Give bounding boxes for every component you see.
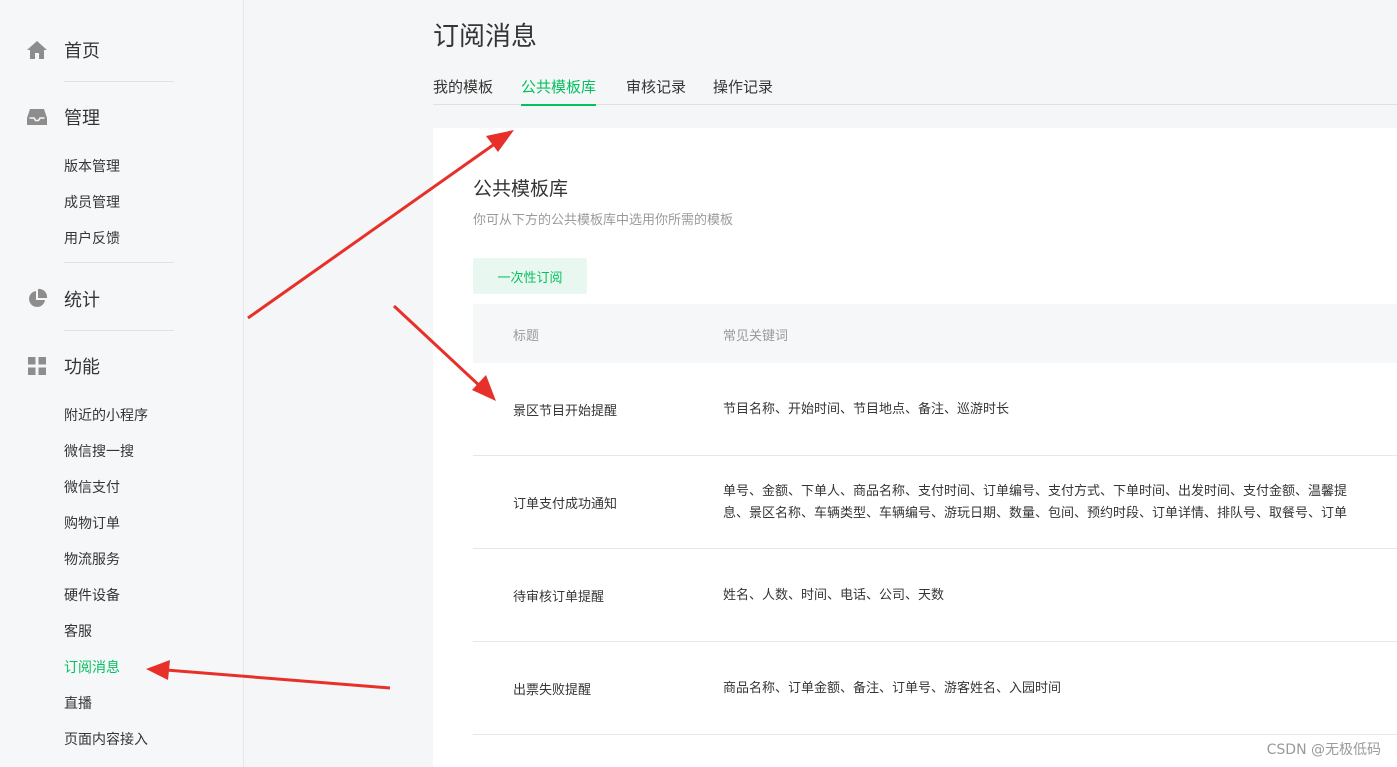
row-title: 出票失败提醒	[513, 683, 592, 698]
row-title: 待审核订单提醒	[513, 590, 605, 605]
template-table: 标题 常见关键词 景区节目开始提醒 节目名称、开始时间、节目地点、备注、巡游时长…	[473, 304, 1397, 735]
header-keywords: 常见关键词	[723, 329, 789, 344]
sidebar-item-logistics[interactable]: 物流服务	[64, 549, 120, 569]
sidebar-item-feedback[interactable]: 用户反馈	[64, 228, 120, 248]
sidebar-item-version[interactable]: 版本管理	[64, 156, 120, 176]
nav-home[interactable]: 首页	[26, 37, 100, 63]
row-title: 订单支付成功通知	[513, 497, 618, 512]
nav-manage-label: 管理	[64, 108, 100, 129]
header-title: 标题	[513, 329, 540, 344]
table-row[interactable]: 景区节目开始提醒 节目名称、开始时间、节目地点、备注、巡游时长	[473, 363, 1397, 456]
sidebar-item-orders[interactable]: 购物订单	[64, 513, 120, 533]
sidebar-item-service[interactable]: 客服	[64, 621, 92, 641]
sidebar-item-live[interactable]: 直播	[64, 693, 92, 713]
home-icon	[26, 39, 48, 61]
sidebar-item-subscribe[interactable]: 订阅消息	[64, 657, 120, 677]
watermark: CSDN @无极低码	[1266, 742, 1381, 758]
divider	[64, 81, 174, 82]
template-library-card: 公共模板库 你可从下方的公共模板库中选用你所需的模板 一次性订阅 标题 常见关键…	[433, 128, 1397, 767]
nav-functions-label: 功能	[64, 357, 100, 378]
nav-manage[interactable]: 管理	[26, 104, 100, 130]
tab-review-records[interactable]: 审核记录	[626, 76, 686, 104]
card-title: 公共模板库	[473, 178, 569, 200]
row-keywords: 商品名称、订单金额、备注、订单号、游客姓名、入园时间	[723, 642, 1397, 735]
nav-stats-label: 统计	[64, 290, 100, 311]
table-row[interactable]: 待审核订单提醒 姓名、人数、时间、电话、公司、天数	[473, 549, 1397, 642]
sidebar-item-pay[interactable]: 微信支付	[64, 477, 120, 497]
sidebar: 首页 管理 版本管理 成员管理 用户反馈 统计 功能 附近的小程序 微信搜一搜 …	[0, 0, 244, 767]
divider	[64, 330, 174, 331]
nav-functions[interactable]: 功能	[26, 353, 100, 379]
table-row[interactable]: 订单支付成功通知 单号、金额、下单人、商品名称、支付时间、订单编号、支付方式、下…	[473, 456, 1397, 549]
tab-public-library[interactable]: 公共模板库	[521, 76, 597, 106]
sidebar-item-members[interactable]: 成员管理	[64, 192, 120, 212]
tab-operation-records[interactable]: 操作记录	[713, 76, 773, 104]
grid-icon	[26, 355, 48, 377]
sidebar-item-hardware[interactable]: 硬件设备	[64, 585, 120, 605]
page-title: 订阅消息	[433, 22, 538, 52]
sidebar-item-content[interactable]: 页面内容接入	[64, 729, 148, 749]
card-description: 你可从下方的公共模板库中选用你所需的模板	[473, 213, 734, 228]
row-keywords-line1: 单号、金额、下单人、商品名称、支付时间、订单编号、支付方式、下单时间、出发时间、…	[723, 483, 1348, 499]
sidebar-item-nearby[interactable]: 附近的小程序	[64, 405, 148, 425]
pie-chart-icon	[26, 288, 48, 310]
divider	[64, 262, 174, 263]
sidebar-item-search[interactable]: 微信搜一搜	[64, 441, 134, 461]
tab-bar: 我的模板 公共模板库 审核记录 操作记录	[433, 76, 1397, 106]
one-time-subscribe-button[interactable]: 一次性订阅	[473, 258, 587, 294]
row-keywords: 单号、金额、下单人、商品名称、支付时间、订单编号、支付方式、下单时间、出发时间、…	[723, 456, 1397, 549]
row-keywords-text: 商品名称、订单金额、备注、订单号、游客姓名、入园时间	[723, 680, 1062, 696]
nav-home-label: 首页	[64, 41, 100, 62]
tab-my-templates[interactable]: 我的模板	[433, 76, 493, 104]
nav-stats[interactable]: 统计	[26, 286, 100, 312]
row-keywords: 姓名、人数、时间、电话、公司、天数	[723, 549, 1397, 642]
table-header: 标题 常见关键词	[473, 304, 1397, 363]
row-keywords-text: 节目名称、开始时间、节目地点、备注、巡游时长	[723, 401, 1010, 417]
table-row[interactable]: 出票失败提醒 商品名称、订单金额、备注、订单号、游客姓名、入园时间	[473, 642, 1397, 735]
inbox-icon	[26, 106, 48, 128]
row-title: 景区节目开始提醒	[513, 404, 618, 419]
row-keywords-line2: 息、景区名称、车辆类型、车辆编号、游玩日期、数量、包间、预约时段、订单详情、排队…	[723, 505, 1348, 521]
row-keywords-text: 姓名、人数、时间、电话、公司、天数	[723, 587, 945, 603]
row-keywords: 节目名称、开始时间、节目地点、备注、巡游时长	[723, 363, 1397, 456]
